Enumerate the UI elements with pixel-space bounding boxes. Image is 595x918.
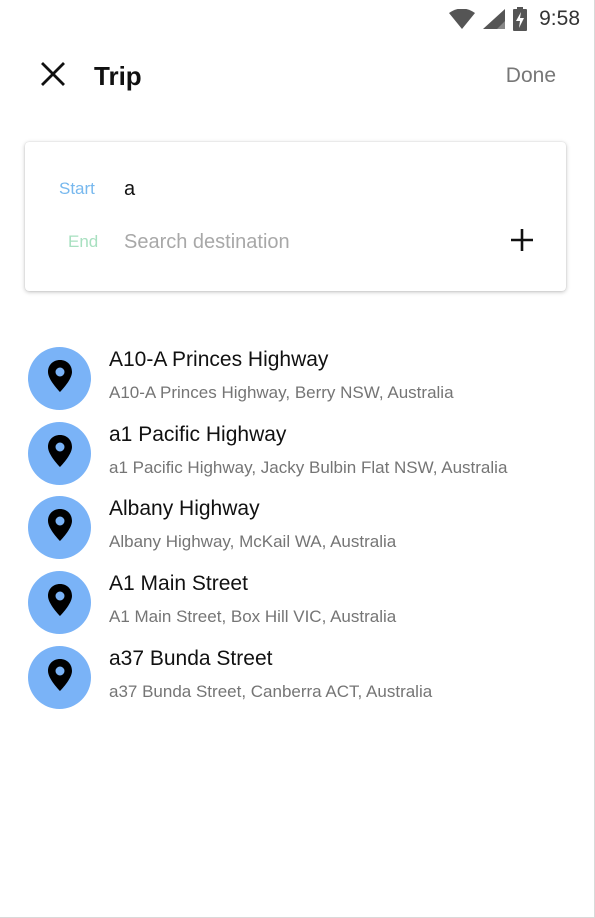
trip-card: Start End — [25, 142, 566, 291]
location-pin-badge — [28, 571, 91, 635]
result-item[interactable]: A10-A Princes Highway A10-A Princes High… — [0, 342, 594, 417]
result-title: a1 Pacific Highway — [109, 422, 287, 446]
result-item[interactable]: A1 Main Street A1 Main Street, Box Hill … — [0, 566, 594, 641]
location-pin-badge — [28, 421, 91, 485]
result-subtitle: a37 Bunda Street, Canberra ACT, Australi… — [109, 681, 433, 701]
end-label: End — [68, 232, 99, 251]
result-subtitle: A10-A Princes Highway, Berry NSW, Austra… — [109, 383, 454, 402]
start-row: Start — [25, 169, 566, 209]
signal-icon — [483, 9, 506, 29]
location-pin-badge — [28, 645, 91, 709]
result-title: Albany Highway — [109, 497, 260, 521]
location-pin-icon — [47, 509, 72, 546]
close-icon — [41, 61, 65, 91]
destination-input[interactable] — [124, 224, 494, 260]
end-row: End — [25, 222, 566, 262]
battery-charging-icon — [513, 7, 528, 31]
result-title: A10-A Princes Highway — [109, 348, 329, 371]
add-stop-button[interactable] — [508, 228, 536, 256]
location-pin-icon — [47, 360, 72, 397]
result-subtitle: A1 Main Street, Box Hill VIC, Australia — [109, 607, 397, 627]
done-button[interactable]: Done — [506, 64, 556, 88]
result-subtitle: a1 Pacific Highway, Jacky Bulbin Flat NS… — [109, 457, 508, 477]
start-label: Start — [59, 179, 95, 198]
location-pin-icon — [47, 584, 72, 621]
close-button[interactable] — [33, 56, 73, 96]
result-item[interactable]: a37 Bunda Street a37 Bunda Street, Canbe… — [0, 641, 594, 716]
location-pin-badge — [28, 347, 91, 410]
start-input[interactable] — [124, 171, 494, 207]
result-item[interactable]: Albany Highway Albany Highway, McKail WA… — [0, 491, 594, 566]
location-pin-badge — [28, 496, 91, 560]
status-bar: 9:58 — [0, 0, 594, 38]
result-item[interactable]: a1 Pacific Highway a1 Pacific Highway, J… — [0, 417, 594, 492]
result-title: A1 Main Street — [109, 572, 248, 596]
location-pin-icon — [47, 434, 72, 472]
result-subtitle: Albany Highway, McKail WA, Australia — [109, 532, 397, 552]
app-bar: Trip Done — [0, 48, 594, 106]
wifi-icon — [449, 9, 476, 29]
plus-icon — [509, 227, 535, 258]
location-pin-icon — [47, 658, 72, 696]
results-list: A10-A Princes Highway A10-A Princes High… — [0, 342, 594, 715]
page-title: Trip — [94, 61, 142, 91]
result-title: a37 Bunda Street — [109, 646, 273, 670]
status-time: 9:58 — [539, 7, 580, 30]
